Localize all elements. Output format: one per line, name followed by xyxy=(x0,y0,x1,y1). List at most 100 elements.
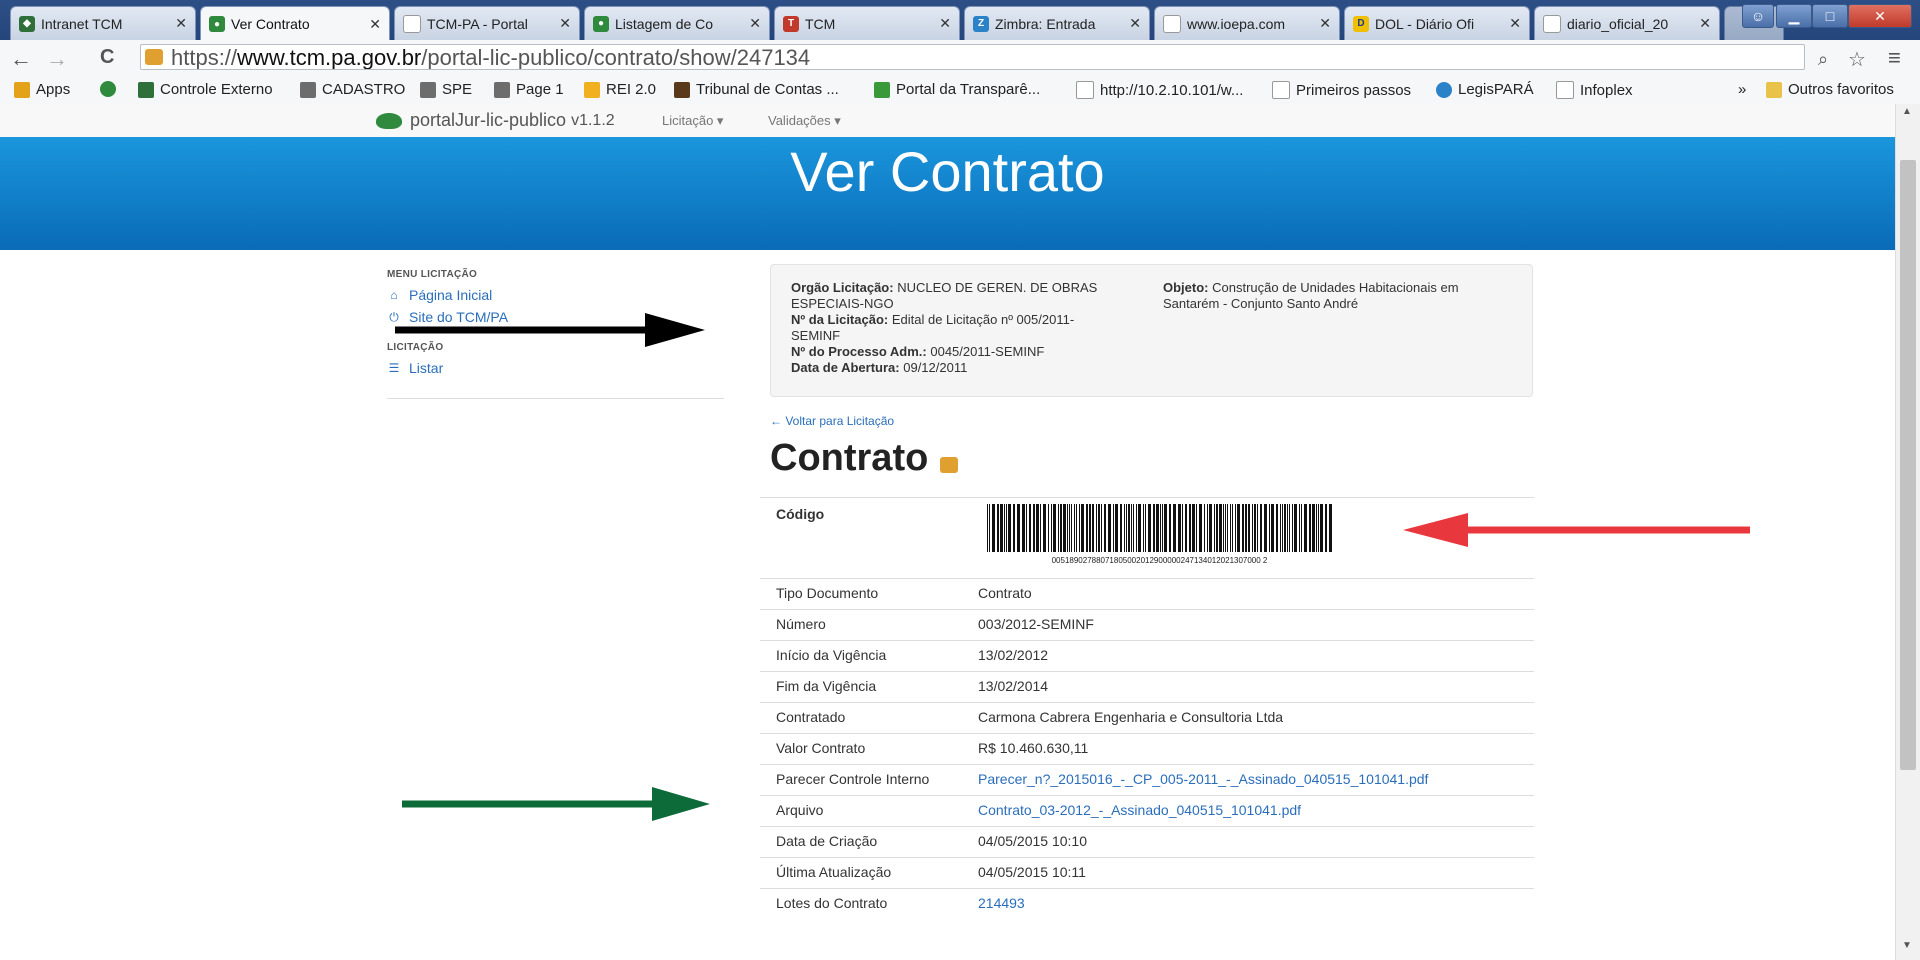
licitacao-details: Orgão Licitação: NUCLEO DE GEREN. DE OBR… xyxy=(791,280,1131,376)
row-value: Carmona Cabrera Engenharia e Consultoria… xyxy=(978,709,1284,725)
objeto-value-cont: Santarém - Conjunto Santo André xyxy=(1163,296,1359,311)
bookmark-outros-favoritos[interactable]: Outros favoritos xyxy=(1766,81,1894,98)
abertura-label: Data de Abertura: xyxy=(791,360,900,375)
bookmark-controle-externo[interactable]: Controle Externo xyxy=(138,81,273,98)
row-key: Fim da Vigência xyxy=(776,678,877,694)
table-row: Tipo Documento Contrato xyxy=(760,578,1534,609)
bookmark-label: Infoplex xyxy=(1580,81,1633,99)
flag-icon xyxy=(874,81,890,98)
user-icon[interactable]: ☺ xyxy=(1742,4,1774,28)
table-row: Contratado Carmona Cabrera Engenharia e C… xyxy=(760,702,1534,733)
tab-tcm-pa-portal[interactable]: TCM-PA - Portal ✕ xyxy=(394,6,580,40)
bookmark-rei[interactable]: REI 2.0 xyxy=(584,81,656,98)
arquivo-file-link[interactable]: Contrato_03-2012_-_Assinado_040515_10104… xyxy=(978,802,1301,818)
bookmark-transparencia[interactable]: Portal da Transparê... xyxy=(874,81,1040,98)
bookmark-infoplex[interactable]: Infoplex xyxy=(1556,81,1633,99)
tab-label: Intranet TCM xyxy=(41,15,123,32)
menu-icon[interactable]: ≡ xyxy=(1888,45,1901,71)
rei-icon xyxy=(584,81,600,98)
scroll-down-icon[interactable]: ▼ xyxy=(1902,940,1912,951)
close-icon[interactable]: ✕ xyxy=(1509,15,1521,32)
bookmark-label: Apps xyxy=(36,81,71,98)
close-icon[interactable]: ✕ xyxy=(1129,15,1141,32)
close-icon[interactable]: ✕ xyxy=(939,15,951,32)
close-icon[interactable]: ✕ xyxy=(749,15,761,32)
table-row: Fim da Vigência 13/02/2014 xyxy=(760,671,1534,702)
bookmark-portal[interactable] xyxy=(100,81,122,97)
back-arrow-icon[interactable]: ← xyxy=(10,46,32,72)
zimbra-icon: Z xyxy=(973,15,989,32)
orgao-value: NUCLEO DE GEREN. DE OBRAS xyxy=(897,280,1098,295)
objeto-label: Objeto: xyxy=(1163,280,1209,295)
close-icon[interactable]: ✕ xyxy=(175,15,187,32)
annotation-arrow-green xyxy=(402,787,710,821)
forward-arrow-icon[interactable]: → xyxy=(46,46,68,72)
objeto-value: Construção de Unidades Habitacionais em xyxy=(1212,280,1459,295)
security-warning-icon[interactable] xyxy=(145,49,163,65)
menu-validacoes[interactable]: Validações ▾ xyxy=(768,113,841,129)
annotation-arrow-black xyxy=(395,313,705,347)
tcm-favicon-icon: ◆ xyxy=(19,15,35,32)
close-icon[interactable]: ✕ xyxy=(369,16,381,33)
address-bar[interactable]: https://www.tcm.pa.gov.br/portal-lic-pub… xyxy=(140,44,1805,70)
folder-icon xyxy=(1766,81,1782,98)
row-key: Valor Contrato xyxy=(776,740,866,756)
lote-link[interactable]: 214493 xyxy=(978,895,1025,911)
row-key: Arquivo xyxy=(776,802,824,818)
tab-ver-contrato[interactable]: ● Ver Contrato ✕ xyxy=(200,6,390,41)
bookmark-apps[interactable]: Apps xyxy=(14,81,70,98)
table-row: Parecer Controle Interno Parecer_n?_20150… xyxy=(760,764,1534,795)
table-row: Última Atualização 04/05/2015 10:11 xyxy=(760,857,1534,888)
arrow-left-icon: ← xyxy=(770,414,782,428)
reload-icon[interactable]: C xyxy=(100,46,114,69)
bookmark-page1[interactable]: Page 1 xyxy=(494,81,564,98)
close-icon[interactable]: ✕ xyxy=(559,15,571,32)
page-title: Ver Contrato xyxy=(790,140,1105,203)
row-value: Contrato xyxy=(978,585,1032,601)
more-bookmarks-chevron[interactable]: » xyxy=(1738,81,1746,98)
lock-icon xyxy=(940,456,959,473)
bookmark-tribunal[interactable]: Tribunal de Contas ... xyxy=(674,81,839,98)
orgao-label: Orgão Licitação: xyxy=(791,280,894,295)
processo-label: Nº do Processo Adm.: xyxy=(791,344,927,359)
table-row: Data de Criação 04/05/2015 10:10 xyxy=(760,826,1534,857)
bookmark-cadastro[interactable]: CADASTRO xyxy=(300,81,405,98)
sidebar-item-home[interactable]: ⌂ Página Inicial xyxy=(387,287,492,303)
tab-intranet-tcm[interactable]: ◆ Intranet TCM ✕ xyxy=(10,6,196,40)
window-close-icon[interactable]: ✕ xyxy=(1848,4,1912,28)
annotation-arrow-red xyxy=(1403,513,1750,547)
zoom-icon[interactable]: ⌕ xyxy=(1818,49,1828,70)
tab-listagem[interactable]: ● Listagem de Co ✕ xyxy=(584,6,770,40)
site-brand[interactable]: portalJur-lic-publico v1.1.2 xyxy=(376,110,615,131)
minimize-icon[interactable]: ▁ xyxy=(1776,4,1812,28)
page-scrollbar[interactable]: ▲ ▼ xyxy=(1895,104,1920,960)
bookmark-legispara[interactable]: LegisPARÁ xyxy=(1436,81,1534,98)
tab-label: Zimbra: Entrada xyxy=(995,15,1096,32)
star-bookmark-icon[interactable]: ☆ xyxy=(1848,47,1866,72)
bookmark-intranet-ip[interactable]: http://10.2.10.101/w... xyxy=(1076,81,1243,99)
image-icon xyxy=(494,81,510,98)
menu-licitacao[interactable]: Licitação ▾ xyxy=(662,113,723,129)
bookmark-primeiros-passos[interactable]: Primeiros passos xyxy=(1272,81,1411,99)
home-icon: ⌂ xyxy=(390,288,398,302)
bookmark-spe[interactable]: SPE xyxy=(420,81,472,98)
row-key: Última Atualização xyxy=(776,864,892,880)
portal-favicon-icon: ● xyxy=(209,16,225,32)
parecer-file-link[interactable]: Parecer_n?_2015016_-_CP_005-2011_-_Assin… xyxy=(978,771,1428,787)
tab-dol[interactable]: D DOL - Diário Ofi ✕ xyxy=(1344,6,1530,40)
close-icon[interactable]: ✕ xyxy=(1319,15,1331,32)
close-icon[interactable]: ✕ xyxy=(1699,15,1711,32)
tab-zimbra[interactable]: Z Zimbra: Entrada ✕ xyxy=(964,6,1150,40)
scroll-thumb[interactable] xyxy=(1900,160,1916,770)
tab-ioepa[interactable]: www.ioepa.com ✕ xyxy=(1154,6,1340,40)
tab-diario-oficial[interactable]: diario_oficial_20 ✕ xyxy=(1534,6,1720,40)
back-link-label: Voltar para Licitação xyxy=(785,414,895,428)
row-key: Lotes do Contrato xyxy=(776,895,888,911)
sidebar-item-listar[interactable]: ☰ Listar xyxy=(387,360,444,376)
processo-value: 0045/2011-SEMINF xyxy=(930,344,1045,359)
scroll-up-icon[interactable]: ▲ xyxy=(1902,106,1912,117)
back-to-licitacao-link[interactable]: ← Voltar para Licitação xyxy=(770,414,894,428)
tab-tcm[interactable]: T TCM ✕ xyxy=(774,6,960,40)
tab-label: DOL - Diário Ofi xyxy=(1375,15,1475,32)
maximize-icon[interactable]: □ xyxy=(1812,4,1848,28)
